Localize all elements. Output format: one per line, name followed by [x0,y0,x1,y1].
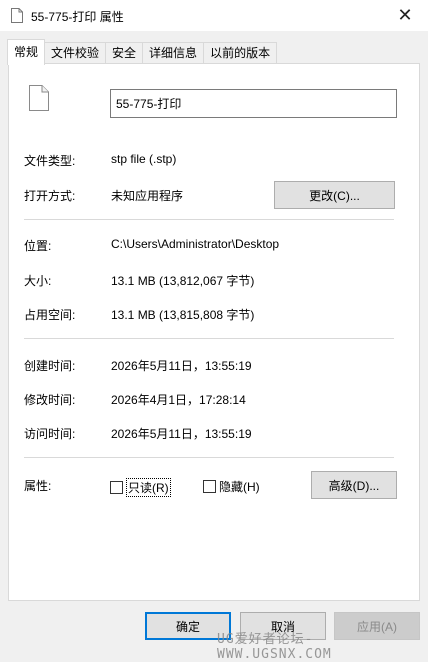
document-icon [11,8,23,23]
size-value: 13.1 MB (13,812,067 字节) [111,274,255,288]
file-type-label: 文件类型: [24,154,76,168]
attributes-label: 属性: [24,479,52,493]
divider [24,457,394,458]
accessed-value: 2026年5月11日，13:55:19 [111,427,252,441]
size-on-disk-label: 占用空间: [24,308,76,322]
created-value: 2026年5月11日，13:55:19 [111,359,252,373]
watermark: UG爱好者论坛-WWW.UGSNX.COM [217,632,332,662]
readonly-label: 只读(R) [126,478,171,497]
modified-label: 修改时间: [24,393,76,407]
tab-previous-versions[interactable]: 以前的版本 [203,42,278,65]
location-value: C:\Users\Administrator\Desktop [111,237,280,251]
advanced-button[interactable]: 高级(D)... [311,471,397,499]
created-label: 创建时间: [24,359,76,373]
file-type-value: stp file (.stp) [111,152,177,166]
location-label: 位置: [24,239,52,253]
document-icon [29,85,49,111]
close-button[interactable]: ✕ [382,0,428,31]
close-icon: ✕ [397,5,413,25]
hidden-checkbox[interactable]: 隐藏(H) [203,478,260,495]
tab-general[interactable]: 常规 [7,39,46,65]
file-name-input[interactable] [110,89,397,118]
opens-with-label: 打开方式: [24,189,76,203]
title-bar: 55-775-打印 属性 ✕ [0,0,428,31]
window-title: 55-775-打印 属性 [31,10,124,24]
checkbox-box[interactable] [203,480,216,493]
tab-bar: 常规 文件校验 安全 详细信息 以前的版本 [7,39,278,65]
readonly-checkbox[interactable]: 只读(R) [110,478,171,497]
checkbox-box[interactable] [110,481,123,494]
tab-checksum[interactable]: 文件校验 [44,42,107,65]
opens-with-value: 未知应用程序 [111,189,184,203]
size-on-disk-value: 13.1 MB (13,815,808 字节) [111,308,255,322]
size-label: 大小: [24,274,52,288]
hidden-label: 隐藏(H) [219,480,260,494]
modified-value: 2026年4月1日，17:28:14 [111,393,246,407]
general-panel [8,63,420,601]
tab-details[interactable]: 详细信息 [142,42,205,65]
tab-security[interactable]: 安全 [105,42,144,65]
divider [24,219,394,220]
accessed-label: 访问时间: [24,427,76,441]
change-button[interactable]: 更改(C)... [274,181,395,209]
divider [24,338,394,339]
